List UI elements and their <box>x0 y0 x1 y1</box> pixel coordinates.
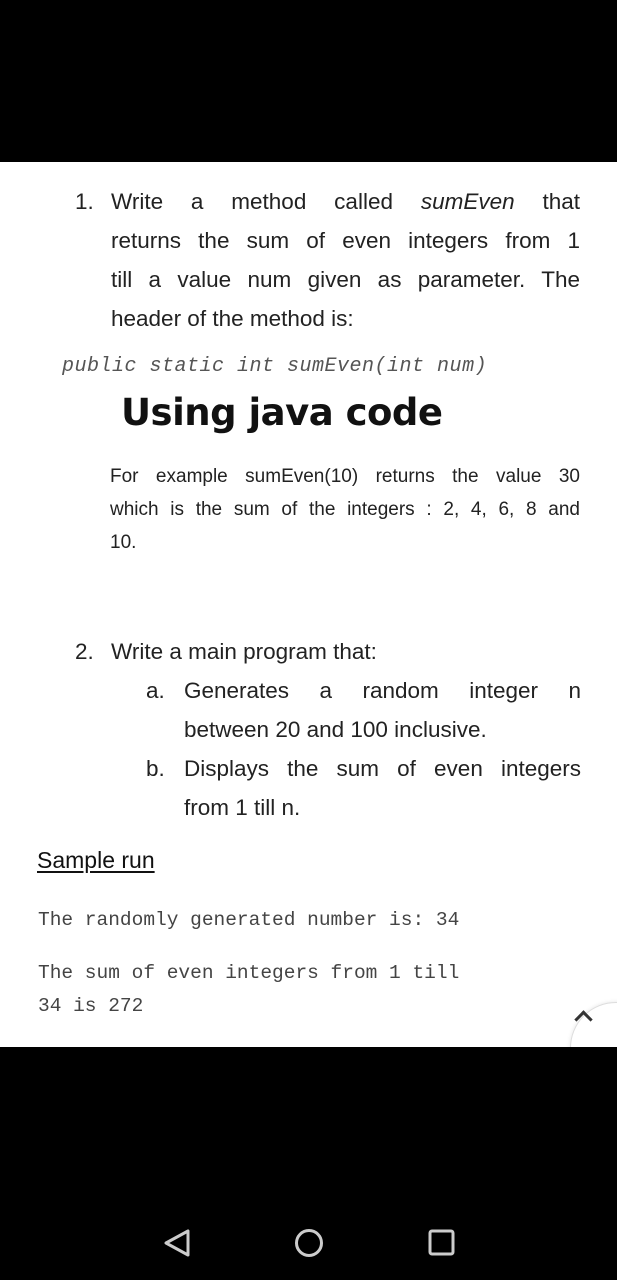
question-2-title: Write a main program that: <box>111 639 377 664</box>
question-1-line: returns the sum of even integers from 1 <box>111 228 580 253</box>
back-button[interactable] <box>162 1228 192 1258</box>
home-button[interactable] <box>294 1228 324 1258</box>
method-name: sumEven <box>420 189 515 214</box>
sub-item-line: Generates a random integer n <box>184 678 581 703</box>
text-segment: Write a method called <box>111 189 421 214</box>
document-page: 1. Write a method called sumEven that re… <box>0 162 617 1094</box>
sub-item-b: b. Displays the sum of even integers fro… <box>146 749 581 827</box>
sub-item-a: a. Generates a random integer n between … <box>146 671 581 749</box>
question-1-line: header of the method is: <box>111 306 354 331</box>
sub-item-line: between 20 and 100 inclusive. <box>184 717 487 742</box>
question-1-number: 1. <box>75 189 94 214</box>
home-circle-icon <box>295 1229 323 1257</box>
question-2: 2. Write a main program that: <box>75 632 377 671</box>
sub-item-label: a. <box>146 678 165 703</box>
example-line: 10. <box>110 532 137 553</box>
question-1-line: Write a method called sumEven that <box>111 182 580 221</box>
text-segment: that <box>514 189 580 214</box>
question-1: 1. Write a method called sumEven that re… <box>75 182 580 338</box>
example-line: which is the sum of the integers : 2, 4,… <box>110 499 580 520</box>
chevron-up-icon <box>574 1010 593 1029</box>
sample-run-title: Sample run <box>37 847 155 873</box>
top-black-bar <box>0 0 617 162</box>
sub-item-label: b. <box>146 756 165 781</box>
sample-output-line: The randomly generated number is: 34 <box>38 909 460 931</box>
sub-item-line: from 1 till n. <box>184 795 301 820</box>
method-signature: public static int sumEven(int num) <box>62 355 488 378</box>
question-1-line: till a value num given as parameter. The <box>111 267 580 292</box>
example-line: For example sumEven(10) returns the valu… <box>110 466 580 487</box>
example-paragraph: For example sumEven(10) returns the valu… <box>110 460 580 559</box>
sample-output-line: The sum of even integers from 1 till 34 … <box>38 962 460 1017</box>
question-2-number: 2. <box>75 639 94 664</box>
sub-item-line: Displays the sum of even integers <box>184 756 581 781</box>
heading: Using java code <box>121 391 443 434</box>
back-triangle-icon <box>164 1229 190 1257</box>
recents-button[interactable] <box>427 1228 457 1258</box>
recents-square-icon <box>428 1229 455 1256</box>
